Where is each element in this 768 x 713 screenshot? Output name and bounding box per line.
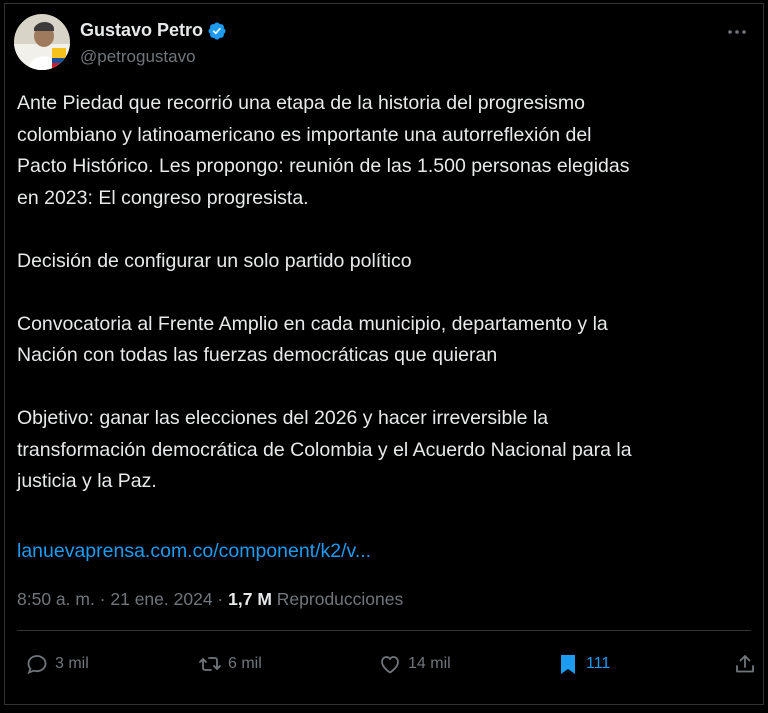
tweet-paragraph: Objetivo: ganar las elecciones del 2026 … xyxy=(17,407,632,492)
retweet-count: 6 mil xyxy=(228,655,262,672)
more-options-icon[interactable] xyxy=(725,20,749,44)
action-bar: 3 mil 6 mil 14 mil 111 xyxy=(5,642,763,688)
divider xyxy=(17,630,751,631)
like-count: 14 mil xyxy=(408,655,451,672)
reply-count: 3 mil xyxy=(55,655,89,672)
author-handle[interactable]: @petrogustavo xyxy=(80,47,227,67)
like-icon xyxy=(381,656,399,674)
share-button[interactable] xyxy=(733,650,763,678)
tweet-paragraph: Decisión de configurar un solo partido p… xyxy=(17,249,412,272)
author-names: Gustavo Petro @petrogustavo xyxy=(80,20,227,67)
reply-button[interactable]: 3 mil xyxy=(25,650,89,678)
reply-icon xyxy=(27,655,47,675)
share-icon xyxy=(736,655,754,673)
like-button[interactable]: 14 mil xyxy=(378,650,451,678)
views-label: Reproducciones xyxy=(276,589,404,609)
bookmark-button[interactable]: 111 xyxy=(556,650,610,678)
tweet-text: Ante Piedad que recorrió una etapa de la… xyxy=(17,88,757,529)
tweet-meta: 8:50 a. m. · 21 ene. 2024 · 1,7 M Reprod… xyxy=(17,587,403,611)
timestamp[interactable]: 8:50 a. m. · 21 ene. 2024 · xyxy=(17,589,223,609)
bookmark-icon xyxy=(561,655,575,674)
tweet-paragraph: Convocatoria al Frente Amplio en cada mu… xyxy=(17,312,608,367)
retweet-button[interactable]: 6 mil xyxy=(198,650,262,678)
tweet-header: Gustavo Petro @petrogustavo xyxy=(14,14,753,72)
retweet-icon xyxy=(199,657,221,671)
tweet-link[interactable]: lanuevaprensa.com.co/component/k2/v... xyxy=(17,537,371,565)
verified-badge-icon xyxy=(208,21,226,40)
tweet-card: Gustavo Petro @petrogustavo Ante Piedad … xyxy=(4,3,764,705)
author-display-name[interactable]: Gustavo Petro xyxy=(80,20,203,41)
views-count: 1,7 M xyxy=(228,589,272,609)
tweet-paragraph: Ante Piedad que recorrió una etapa de la… xyxy=(17,92,630,209)
bookmark-count: 111 xyxy=(586,655,611,672)
avatar-image xyxy=(14,14,70,70)
avatar[interactable] xyxy=(14,14,70,70)
